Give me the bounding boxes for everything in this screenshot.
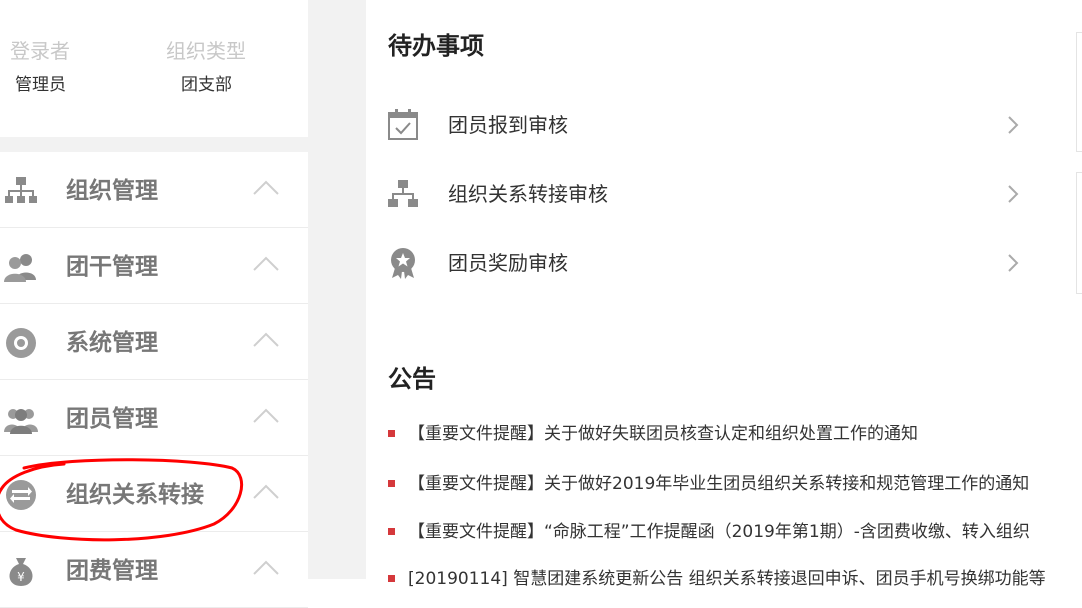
sidebar-item-system-management[interactable]: 系统管理 <box>0 304 308 380</box>
sidebar-item-label: 团费管理 <box>66 558 158 584</box>
gear-icon <box>6 328 36 358</box>
login-value: 管理员 <box>15 75 66 95</box>
sidebar-item-label: 系统管理 <box>66 330 158 356</box>
sidebar-item-label: 组织管理 <box>66 178 158 204</box>
bullet-icon <box>388 430 395 437</box>
sidebar-item-org-transfer[interactable]: 组织关系转接 <box>0 456 308 532</box>
user-info-panel: 登录者 管理员 组织类型 团支部 <box>0 0 308 137</box>
sidebar-item-label: 组织关系转接 <box>66 482 204 508</box>
chevron-up-icon <box>253 180 279 195</box>
org-type-value: 团支部 <box>181 75 232 95</box>
chevron-up-icon <box>253 484 279 499</box>
notice-link[interactable]: [20190114] 智慧团建系统更新公告 组织关系转接退回申诉、团员手机号换绑… <box>408 566 1046 592</box>
bullet-icon <box>388 480 395 487</box>
login-info: 登录者 管理员 <box>10 38 70 96</box>
money-bag-icon: ¥ <box>9 558 33 586</box>
calendar-check-icon <box>388 109 418 140</box>
todo-title: 待办事项 <box>388 32 484 60</box>
sidebar: 登录者 管理员 组织类型 团支部 组织管理 团干管理 系统管理 团员管理 组织关… <box>0 0 308 608</box>
group-icon <box>4 409 38 434</box>
todo-item-member-award-review[interactable]: 团员奖励审核 <box>366 234 1026 294</box>
sidebar-item-fee-management[interactable]: ¥ 团费管理 <box>0 532 308 608</box>
main-content: 待办事项 团员报到审核 组织关系转接审核 团员奖励审核 公告 【重要文件提醒】关… <box>366 0 1082 589</box>
org-chart-icon <box>388 180 418 207</box>
sidebar-item-cadre-management[interactable]: 团干管理 <box>0 228 308 304</box>
chevron-right-icon <box>1008 185 1019 203</box>
login-label: 登录者 <box>10 39 70 63</box>
divider <box>0 137 308 152</box>
org-type-info: 组织类型 团支部 <box>166 38 246 96</box>
todo-item-member-checkin[interactable]: 团员报到审核 <box>366 96 1026 156</box>
sidebar-item-label: 团干管理 <box>66 254 158 280</box>
notice-item[interactable]: 【重要文件提醒】“命脉工程”工作提醒函（2019年第1期）-含团费收缴、转入组织 <box>386 519 1082 545</box>
sidebar-item-member-management[interactable]: 团员管理 <box>0 380 308 456</box>
notice-item[interactable]: [20190114] 智慧团建系统更新公告 组织关系转接退回申诉、团员手机号换绑… <box>386 566 1082 592</box>
award-icon <box>391 248 415 279</box>
bullet-icon <box>388 528 395 535</box>
chevron-up-icon <box>253 256 279 271</box>
svg-text:¥: ¥ <box>17 570 25 584</box>
chevron-right-icon <box>1008 254 1019 272</box>
side-card <box>1076 32 1082 152</box>
org-type-label: 组织类型 <box>166 39 246 63</box>
layout-gutter <box>308 0 366 579</box>
chevron-right-icon <box>1008 116 1019 134</box>
users-icon <box>4 254 36 282</box>
notice-item[interactable]: 【重要文件提醒】关于做好失联团员核查认定和组织处置工作的通知 <box>386 421 1082 447</box>
side-card <box>1076 172 1082 294</box>
todo-item-org-transfer-review[interactable]: 组织关系转接审核 <box>366 165 1026 225</box>
sidebar-item-label: 团员管理 <box>66 406 158 432</box>
chevron-up-icon <box>253 560 279 575</box>
notice-link[interactable]: 【重要文件提醒】关于做好失联团员核查认定和组织处置工作的通知 <box>408 421 918 447</box>
chevron-up-icon <box>253 332 279 347</box>
sidebar-item-org-management[interactable]: 组织管理 <box>0 152 308 228</box>
notice-link[interactable]: 【重要文件提醒】关于做好2019年毕业生团员组织关系转接和规范管理工作的通知 <box>408 471 1029 497</box>
chevron-up-icon <box>253 408 279 423</box>
sidebar-menu: 组织管理 团干管理 系统管理 团员管理 组织关系转接 ¥ 团费管理 <box>0 152 308 608</box>
notice-link[interactable]: 【重要文件提醒】“命脉工程”工作提醒函（2019年第1期）-含团费收缴、转入组织 <box>408 519 1030 545</box>
todo-item-label: 团员奖励审核 <box>448 251 568 275</box>
notice-title: 公告 <box>388 365 436 393</box>
org-chart-icon <box>5 177 37 203</box>
notice-item[interactable]: 【重要文件提醒】关于做好2019年毕业生团员组织关系转接和规范管理工作的通知 <box>386 471 1082 497</box>
todo-item-label: 团员报到审核 <box>448 113 568 137</box>
transfer-icon <box>6 480 36 510</box>
todo-item-label: 组织关系转接审核 <box>448 182 608 206</box>
